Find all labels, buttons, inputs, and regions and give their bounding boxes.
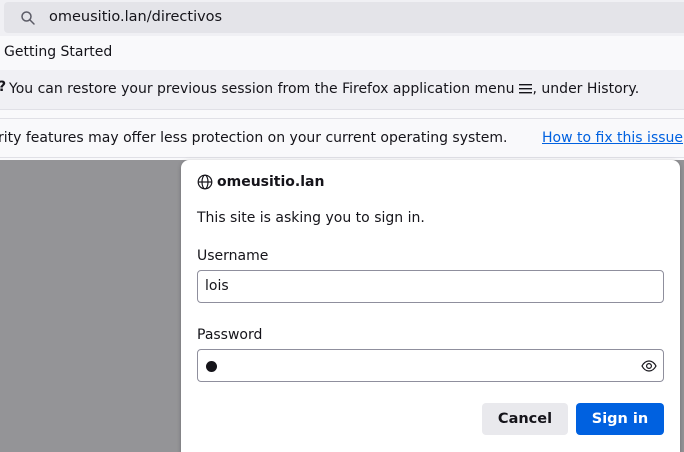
hamburger-menu-icon (518, 84, 532, 94)
bookmarks-toolbar: Getting Started (0, 36, 684, 68)
password-input[interactable] (197, 349, 664, 382)
session-restore-text-after: , under History. (532, 81, 640, 97)
dialog-prompt: This site is asking you to sign in. (197, 210, 425, 226)
fix-issue-link[interactable]: How to fix this issue (542, 130, 683, 146)
username-input[interactable]: lois (197, 270, 664, 303)
username-label: Username (197, 248, 269, 264)
dialog-site-name: omeusitio.lan (217, 174, 325, 190)
question-icon: ? (0, 79, 6, 95)
eye-icon[interactable] (641, 358, 657, 374)
auth-dialog: omeusitio.lan This site is asking you to… (181, 160, 680, 452)
security-notice: rity features may offer less protection … (0, 118, 684, 158)
password-mask-dot (206, 361, 217, 372)
bookmark-getting-started[interactable]: Getting Started (4, 44, 112, 60)
security-notice-text: rity features may offer less protection … (0, 130, 508, 146)
session-restore-text: You can restore your previous session fr… (9, 81, 639, 97)
search-icon (21, 11, 35, 25)
url-bar[interactable]: omeusitio.lan/directivos (4, 2, 684, 33)
navigation-toolbar: omeusitio.lan/directivos (0, 0, 684, 36)
url-text[interactable]: omeusitio.lan/directivos (49, 9, 222, 25)
username-value: lois (205, 278, 229, 294)
globe-icon (197, 174, 213, 190)
session-restore-notice: ? You can restore your previous session … (0, 70, 684, 110)
session-restore-text-before: You can restore your previous session fr… (9, 81, 515, 97)
cancel-button[interactable]: Cancel (482, 403, 568, 435)
sign-in-button[interactable]: Sign in (576, 403, 664, 435)
password-label: Password (197, 327, 263, 343)
